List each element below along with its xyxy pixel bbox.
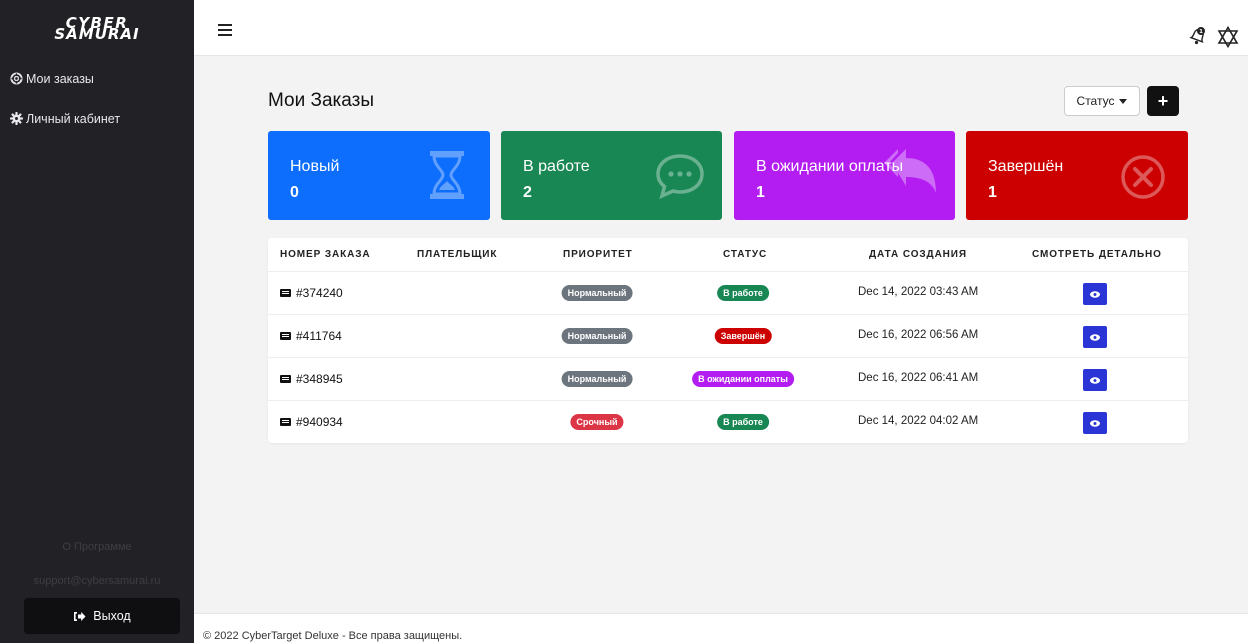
order-number-cell: #940934 <box>280 415 343 429</box>
logout-button[interactable]: Выход <box>24 598 180 634</box>
eye-icon <box>1090 333 1100 341</box>
status-filter-label: Статус <box>1076 94 1115 108</box>
hourglass-icon <box>430 151 464 199</box>
ticket-icon <box>280 375 291 383</box>
created-date: Dec 14, 2022 03:43 AM <box>858 286 979 298</box>
caret-down-icon <box>1119 98 1128 104</box>
column-header-priority[interactable]: ПРИОРИТЕТ <box>563 249 633 260</box>
about-link[interactable]: О Программе <box>0 541 194 553</box>
order-number: #348945 <box>296 372 343 386</box>
card-label: В работе <box>523 158 590 175</box>
status-badge: В работе <box>717 414 769 430</box>
view-details-button[interactable] <box>1083 369 1107 391</box>
bell-icon[interactable]: 1 <box>1188 26 1208 46</box>
status-badge: Завершён <box>714 328 772 344</box>
priority-badge: Нормальный <box>561 328 633 344</box>
copyright: © 2022 CyberTarget Deluxe - Все права за… <box>203 630 463 642</box>
column-header-status[interactable]: СТАТУС <box>723 249 767 260</box>
eye-icon <box>1090 419 1100 427</box>
status-filter-dropdown[interactable]: Статус <box>1064 86 1140 116</box>
eye-icon <box>1090 290 1100 298</box>
view-details-button[interactable] <box>1083 326 1107 348</box>
sidebar-item-label: Личный кабинет <box>26 112 121 126</box>
sidebar-item-my-orders[interactable]: Мои заказы <box>0 66 194 92</box>
card-in-progress[interactable]: В работе 2 <box>501 131 722 220</box>
card-label: Завершён <box>988 158 1064 175</box>
status-badge: В ожидании оплаты <box>692 371 794 387</box>
hamburger-icon[interactable] <box>218 24 232 36</box>
column-header-view-details[interactable]: СМОТРЕТЬ ДЕТАЛЬНО <box>1032 249 1162 260</box>
logo-line2: SAMURAI <box>54 25 140 43</box>
created-date: Dec 14, 2022 04:02 AM <box>858 415 979 427</box>
logout-label: Выход <box>93 609 131 623</box>
card-count: 1 <box>988 184 997 201</box>
card-label: Новый <box>290 158 340 175</box>
ticket-icon <box>280 418 291 426</box>
reply-all-icon <box>884 149 936 193</box>
lifebuoy-icon <box>10 72 23 85</box>
orders-table: НОМЕР ЗАКАЗА ПЛАТЕЛЬЩИК ПРИОРИТЕТ СТАТУС… <box>268 238 1188 443</box>
column-header-created-date[interactable]: ДАТА СОЗДАНИЯ <box>869 249 967 260</box>
table-row[interactable]: #374240 Нормальный В работе Dec 14, 2022… <box>268 271 1188 314</box>
circle-x-icon <box>1121 155 1165 199</box>
svg-text:1: 1 <box>1199 29 1203 35</box>
eye-icon <box>1090 376 1100 384</box>
logo[interactable]: CYBER SAMURAI <box>0 16 194 43</box>
order-number-cell: #411764 <box>280 329 342 343</box>
add-order-button[interactable]: + <box>1147 86 1179 116</box>
star-of-david-icon[interactable] <box>1217 26 1239 48</box>
order-number-cell: #348945 <box>280 372 343 386</box>
page-title: Мои Заказы <box>268 90 374 111</box>
card-count: 0 <box>290 184 299 201</box>
created-date: Dec 16, 2022 06:56 AM <box>858 329 979 341</box>
gear-icon <box>10 112 23 125</box>
priority-badge: Срочный <box>570 414 624 430</box>
order-number-cell: #374240 <box>280 286 343 300</box>
support-email-link[interactable]: support@cybersamurai.ru <box>0 575 194 587</box>
chat-bubble-icon <box>656 154 704 199</box>
card-completed[interactable]: Завершён 1 <box>966 131 1188 220</box>
sign-out-icon <box>74 611 86 621</box>
table-row[interactable]: #348945 Нормальный В ожидании оплаты Dec… <box>268 357 1188 400</box>
priority-badge: Нормальный <box>561 371 633 387</box>
card-count: 1 <box>756 184 765 201</box>
footer: © 2022 CyberTarget Deluxe - Все права за… <box>194 613 1248 643</box>
sidebar-item-personal-cabinet[interactable]: Личный кабинет <box>0 106 194 132</box>
column-header-order-number[interactable]: НОМЕР ЗАКАЗА <box>280 249 371 260</box>
card-new[interactable]: Новый 0 <box>268 131 490 220</box>
ticket-icon <box>280 289 291 297</box>
order-number: #411764 <box>296 329 342 343</box>
card-awaiting-payment[interactable]: В ожидании оплаты 1 <box>734 131 955 220</box>
sidebar-item-label: Мои заказы <box>26 72 94 86</box>
table-row[interactable]: #940934 Срочный В работе Dec 14, 2022 04… <box>268 400 1188 443</box>
topbar: 1 <box>194 0 1248 56</box>
sidebar: CYBER SAMURAI Мои заказы Личный кабинет … <box>0 0 194 643</box>
view-details-button[interactable] <box>1083 412 1107 434</box>
created-date: Dec 16, 2022 06:41 AM <box>858 372 979 384</box>
view-details-button[interactable] <box>1083 283 1107 305</box>
status-badge: В работе <box>717 285 769 301</box>
order-number: #940934 <box>296 415 343 429</box>
card-count: 2 <box>523 184 532 201</box>
column-header-payer[interactable]: ПЛАТЕЛЬЩИК <box>417 249 497 260</box>
priority-badge: Нормальный <box>561 285 633 301</box>
order-number: #374240 <box>296 286 343 300</box>
table-row[interactable]: #411764 Нормальный Завершён Dec 16, 2022… <box>268 314 1188 357</box>
ticket-icon <box>280 332 291 340</box>
